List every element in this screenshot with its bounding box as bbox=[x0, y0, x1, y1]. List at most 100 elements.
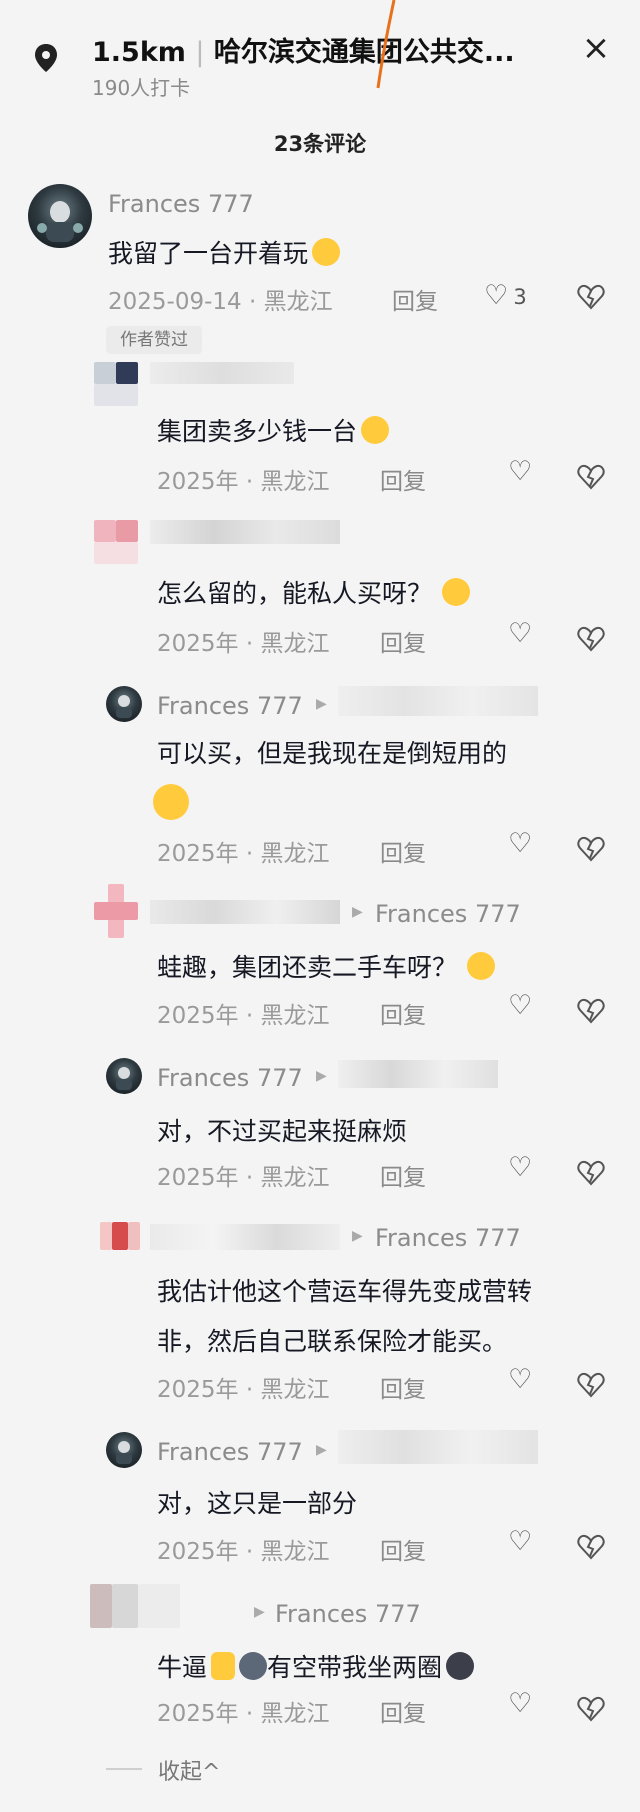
close-button[interactable]: × bbox=[578, 30, 614, 66]
laughing-crying-emoji-icon bbox=[153, 784, 189, 820]
poi-title[interactable]: 1.5km | 哈尔滨交通集团公共交... bbox=[92, 30, 515, 69]
avatar[interactable] bbox=[106, 686, 142, 722]
comment-meta: 2025年 · 黑龙江 bbox=[157, 1701, 330, 1727]
comment-text: 牛逼 有空带我坐两圈 bbox=[157, 1648, 475, 1684]
drooling-face-emoji-icon bbox=[312, 238, 341, 266]
heart-icon[interactable]: ♡ bbox=[508, 1152, 532, 1183]
reply-button[interactable]: 回复 bbox=[380, 462, 426, 496]
collapse-button[interactable]: 收起^ bbox=[158, 1754, 220, 1786]
location-pin-icon bbox=[35, 44, 57, 72]
reply-arrow-icon: ▶ bbox=[352, 1228, 363, 1244]
reply-button[interactable]: 回复 bbox=[392, 282, 438, 316]
heart-icon[interactable]: ♡ bbox=[508, 456, 532, 487]
comment-text: 集团卖多少钱一台 bbox=[157, 412, 390, 448]
like-button[interactable]: ♡ 3 bbox=[484, 280, 527, 311]
reply-to-name[interactable]: Frances 777 bbox=[275, 1600, 421, 1628]
comment-meta: 2025年 · 黑龙江 bbox=[157, 469, 330, 495]
comment-text: 对，不过买起来挺麻烦 bbox=[157, 1117, 408, 1146]
comment-text: 可以买，但是我现在是倒短用的 bbox=[157, 739, 508, 768]
reply-arrow-icon: ▶ bbox=[316, 696, 327, 712]
reply-arrow-icon: ▶ bbox=[254, 1604, 265, 1620]
reply-button[interactable]: 回复 bbox=[380, 624, 426, 658]
heart-icon[interactable]: ♡ bbox=[508, 618, 532, 649]
blurred-username[interactable] bbox=[150, 362, 294, 384]
heart-icon[interactable]: ♡ bbox=[508, 1688, 532, 1719]
dislike-icon[interactable] bbox=[576, 1694, 606, 1724]
comment-text: 怎么留的，能私人买呀？ bbox=[157, 574, 471, 610]
comment-meta: 2025年 · 黑龙江 bbox=[157, 1377, 330, 1403]
avatar[interactable] bbox=[106, 1058, 142, 1094]
comment-text: 蛙趣，集团还卖二手车呀？ bbox=[157, 948, 496, 984]
blurred-avatar[interactable] bbox=[94, 884, 138, 938]
blurred-avatar[interactable] bbox=[90, 1584, 180, 1628]
like-count: 3 bbox=[513, 285, 527, 309]
grinning-face-emoji-icon bbox=[467, 952, 496, 980]
blurred-username[interactable] bbox=[338, 1430, 538, 1464]
chevron-up-icon: ^ bbox=[202, 1760, 221, 1785]
heart-icon[interactable]: ♡ bbox=[508, 1526, 532, 1557]
dark-face-emoji-icon bbox=[446, 1652, 475, 1680]
dislike-icon[interactable] bbox=[576, 282, 606, 312]
dislike-icon[interactable] bbox=[576, 1532, 606, 1562]
dislike-icon[interactable] bbox=[576, 834, 606, 864]
blurred-username[interactable] bbox=[338, 1060, 498, 1088]
reply-button[interactable]: 回复 bbox=[380, 1370, 426, 1404]
avatar[interactable] bbox=[106, 1432, 142, 1468]
distance: 1.5km bbox=[92, 37, 186, 68]
dislike-icon[interactable] bbox=[576, 1158, 606, 1188]
avatar-figure-icon bbox=[116, 1441, 132, 1464]
dislike-icon[interactable] bbox=[576, 624, 606, 654]
avatar-figure-icon bbox=[37, 201, 83, 242]
comment-text: 对，这只是一部分 bbox=[157, 1489, 358, 1518]
comment-text-line-1: 我估计他这个营运车得先变成营转 bbox=[157, 1277, 533, 1306]
comment-text-line-2: 非，然后自己联系保险才能买。 bbox=[157, 1327, 508, 1356]
dislike-icon[interactable] bbox=[576, 1370, 606, 1400]
pen-mark bbox=[376, 0, 396, 89]
blurred-avatar[interactable] bbox=[100, 1222, 140, 1250]
comment-meta: 2025年 · 黑龙江 bbox=[157, 631, 330, 657]
reply-arrow-icon: ▶ bbox=[316, 1442, 327, 1458]
comment-meta: 2025年 · 黑龙江 bbox=[157, 841, 330, 867]
blurred-avatar[interactable] bbox=[94, 520, 138, 564]
blurred-username[interactable] bbox=[150, 900, 340, 924]
reply-button[interactable]: 回复 bbox=[380, 1532, 426, 1566]
comment-meta: 2025-09-14 · 黑龙江 bbox=[108, 289, 333, 315]
reply-arrow-icon: ▶ bbox=[352, 904, 363, 920]
reply-arrow-icon: ▶ bbox=[316, 1068, 327, 1084]
comment-meta: 2025年 · 黑龙江 bbox=[157, 1539, 330, 1565]
reply-button[interactable]: 回复 bbox=[380, 1158, 426, 1192]
comment-meta: 2025年 · 黑龙江 bbox=[157, 1165, 330, 1191]
blurred-username[interactable] bbox=[338, 686, 538, 716]
reply-button[interactable]: 回复 bbox=[380, 834, 426, 868]
heart-icon[interactable]: ♡ bbox=[508, 990, 532, 1021]
avatar-figure-icon bbox=[116, 695, 132, 718]
dislike-icon[interactable] bbox=[576, 462, 606, 492]
author-liked-badge: 作者赞过 bbox=[106, 326, 202, 354]
comment-author[interactable]: Frances 777 bbox=[157, 1438, 303, 1466]
heart-icon: ♡ bbox=[484, 280, 509, 311]
grinning-face-emoji-icon bbox=[442, 578, 471, 606]
comment-count-title: 23条评论 bbox=[273, 132, 367, 156]
husky-face-emoji-icon bbox=[239, 1652, 268, 1680]
comment-author[interactable]: Frances 777 bbox=[157, 1064, 303, 1092]
reply-to-name[interactable]: Frances 777 bbox=[375, 1224, 521, 1252]
reply-button[interactable]: 回复 bbox=[380, 1694, 426, 1728]
blurred-username[interactable] bbox=[150, 520, 340, 544]
comment-author[interactable]: Frances 777 bbox=[108, 190, 254, 218]
checkin-count: 190人打卡 bbox=[92, 76, 191, 100]
reply-to-name[interactable]: Frances 777 bbox=[375, 900, 521, 928]
avatar-figure-icon bbox=[116, 1067, 132, 1090]
blurred-username[interactable] bbox=[150, 1224, 340, 1250]
dislike-icon[interactable] bbox=[576, 996, 606, 1026]
heart-icon[interactable]: ♡ bbox=[508, 828, 532, 859]
avatar[interactable] bbox=[28, 184, 92, 248]
heart-icon[interactable]: ♡ bbox=[508, 1364, 532, 1395]
comment-meta: 2025年 · 黑龙江 bbox=[157, 1003, 330, 1029]
comment-author[interactable]: Frances 777 bbox=[157, 692, 303, 720]
laughing-crying-emoji-icon bbox=[361, 416, 390, 444]
comment-text: 我留了一台开着玩 bbox=[108, 234, 341, 270]
reply-button[interactable]: 回复 bbox=[380, 996, 426, 1030]
collapse-divider bbox=[106, 1768, 142, 1770]
blurred-avatar[interactable] bbox=[94, 362, 138, 406]
thumbs-up-emoji-icon bbox=[211, 1652, 236, 1680]
